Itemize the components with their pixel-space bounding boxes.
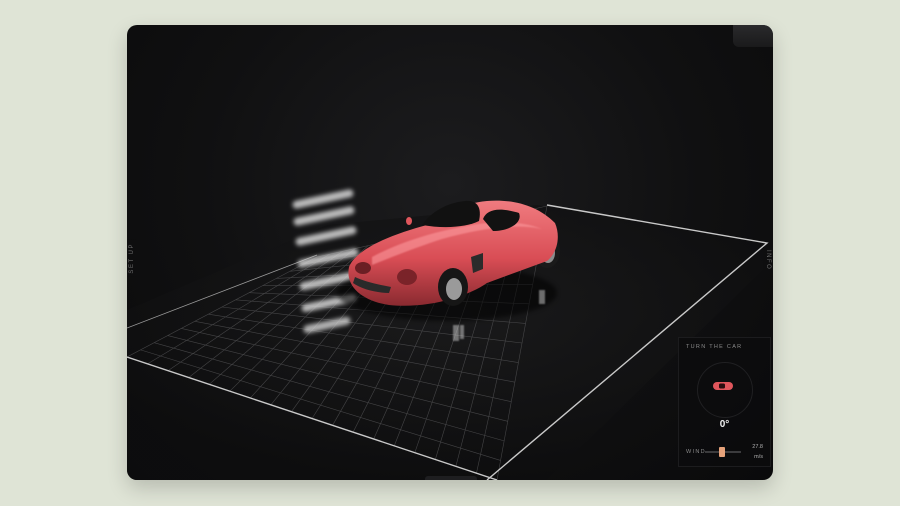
corner-button[interactable]	[733, 25, 773, 47]
setup-tab[interactable]: SET UP	[127, 240, 137, 277]
panel-title: TURN THE CAR	[686, 344, 743, 350]
viewport-frame: SET UP INFO TURN THE CAR 0° WIND 27.8 m/…	[127, 25, 773, 480]
angle-readout: 0°	[719, 419, 730, 430]
bottom-handle[interactable]	[425, 476, 477, 480]
info-tab[interactable]: INFO	[763, 247, 773, 274]
wind-unit: m/s	[754, 454, 763, 460]
wind-slider-thumb[interactable]	[718, 447, 725, 457]
turn-car-panel: TURN THE CAR 0° WIND 27.8 m/s	[678, 337, 771, 467]
wind-slider[interactable]	[705, 447, 741, 457]
car-top-view-icon[interactable]	[712, 381, 734, 391]
wind-value: 27.8	[752, 444, 763, 450]
wind-label: WIND	[686, 449, 706, 455]
3d-scene[interactable]	[127, 25, 773, 480]
